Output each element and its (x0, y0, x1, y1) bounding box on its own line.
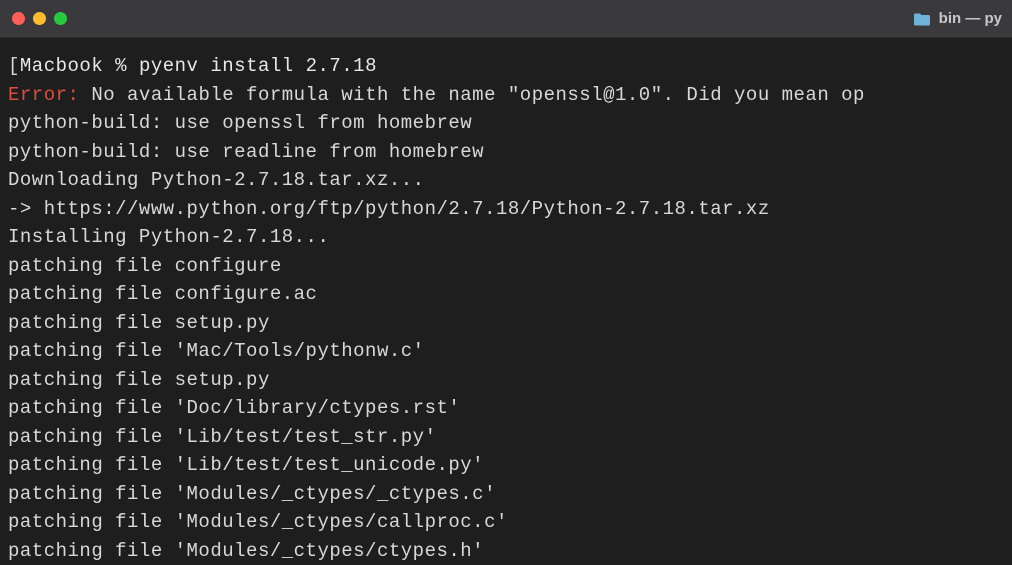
output-line: patching file configure.ac (8, 280, 1004, 309)
prompt-host: Macbook (20, 55, 103, 77)
output-line: patching file 'Modules/_ctypes/ctypes.h' (8, 537, 1004, 565)
error-line: Error: No available formula with the nam… (8, 81, 1004, 110)
output-line: patching file configure (8, 252, 1004, 281)
output-lines: python-build: use openssl from homebrewp… (8, 109, 1004, 565)
output-line: python-build: use openssl from homebrew (8, 109, 1004, 138)
output-line: patching file 'Modules/_ctypes/callproc.… (8, 508, 1004, 537)
error-message: No available formula with the name "open… (79, 84, 865, 106)
output-line: patching file setup.py (8, 309, 1004, 338)
folder-icon (913, 12, 931, 26)
command-line: [Macbook % pyenv install 2.7.18 (8, 52, 1004, 81)
window-title-text: bin — py (939, 10, 1002, 27)
minimize-icon[interactable] (33, 12, 46, 25)
output-line: Installing Python-2.7.18... (8, 223, 1004, 252)
close-icon[interactable] (12, 12, 25, 25)
error-label: Error: (8, 84, 79, 106)
terminal-output[interactable]: [Macbook % pyenv install 2.7.18 Error: N… (0, 38, 1012, 565)
output-line: patching file setup.py (8, 366, 1004, 395)
output-line: python-build: use readline from homebrew (8, 138, 1004, 167)
output-line: patching file 'Doc/library/ctypes.rst' (8, 394, 1004, 423)
output-line: patching file 'Lib/test/test_unicode.py' (8, 451, 1004, 480)
output-line: Downloading Python-2.7.18.tar.xz... (8, 166, 1004, 195)
output-line: patching file 'Mac/Tools/pythonw.c' (8, 337, 1004, 366)
output-line: patching file 'Lib/test/test_str.py' (8, 423, 1004, 452)
window-titlebar: bin — py (0, 0, 1012, 38)
output-line: patching file 'Modules/_ctypes/_ctypes.c… (8, 480, 1004, 509)
maximize-icon[interactable] (54, 12, 67, 25)
prompt-symbol: % (115, 55, 127, 77)
output-line: -> https://www.python.org/ftp/python/2.7… (8, 195, 1004, 224)
window-title: bin — py (913, 10, 1002, 27)
command-text: pyenv install 2.7.18 (139, 55, 377, 77)
traffic-lights (12, 12, 67, 25)
